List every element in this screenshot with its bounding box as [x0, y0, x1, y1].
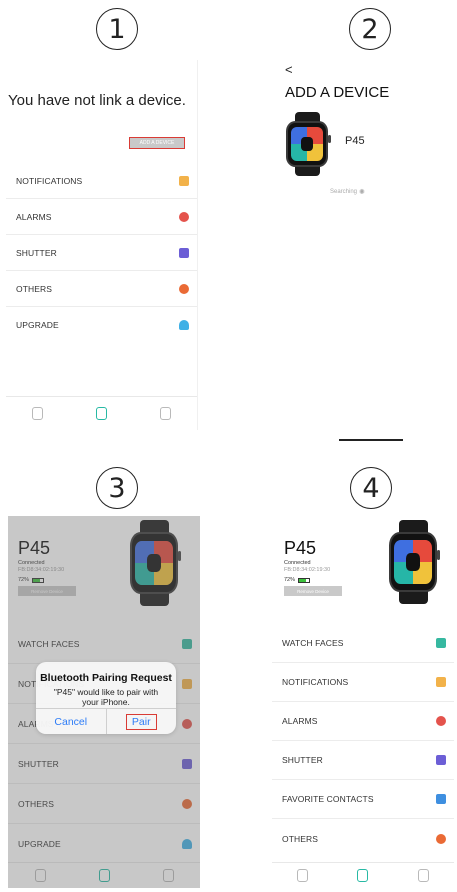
battery-icon — [298, 577, 311, 583]
add-device-title: ADD A DEVICE — [285, 84, 390, 101]
searching-label: Searching — [330, 189, 358, 195]
tab-profile-icon[interactable] — [159, 407, 171, 420]
menu-item-upgrade[interactable]: UPGRADE — [6, 307, 197, 343]
message-icon — [436, 677, 446, 687]
gear-icon — [436, 833, 446, 844]
menu-item-label: ALARMS — [16, 211, 52, 222]
gear-icon — [179, 283, 189, 294]
no-device-heading: You have not link a device. — [8, 92, 186, 109]
menu-item-shutter[interactable]: SHUTTER — [272, 741, 454, 780]
searching-status: Searching ✺ — [330, 188, 365, 196]
screen-no-device: You have not link a device. ADD A DEVICE… — [6, 60, 198, 430]
tab-dial-icon[interactable] — [32, 407, 44, 420]
battery-percent: 72% — [284, 577, 296, 583]
menu-item-label: SHUTTER — [282, 755, 323, 765]
clock-icon — [179, 211, 189, 222]
watch-image — [282, 112, 332, 176]
menu-item-others[interactable]: OTHERS — [6, 271, 197, 307]
device-name-p45[interactable]: P45 — [345, 135, 365, 147]
menu-item-alarms[interactable]: ALARMS — [272, 702, 454, 741]
device-timestamp: FB:D8:34:02:19:30 — [284, 567, 331, 573]
menu-item-favorite-contacts[interactable]: FAVORITE CONTACTS — [272, 780, 454, 819]
contacts-icon — [436, 794, 446, 804]
remove-device-button[interactable]: Remove Device — [284, 586, 342, 596]
camera-icon — [436, 755, 446, 765]
menu-item-alarms[interactable]: ALARMS — [6, 199, 197, 235]
tab-device-icon[interactable] — [357, 869, 369, 882]
menu-item-label: UPGRADE — [16, 320, 59, 330]
pair-label: Pair — [125, 713, 157, 730]
menu-item-label: WATCH FACES — [282, 638, 344, 648]
menu-item-notifications[interactable]: NOTIFICATIONS — [272, 663, 454, 702]
battery-status: 72% — [284, 577, 311, 583]
cloud-upload-icon — [179, 320, 189, 330]
screen-add-device: < ADD A DEVICE P45 Searching ✺ — [262, 60, 452, 320]
screen-device-connected: P45 Connected FB:D8:34:02:19:30 72% Remo… — [272, 516, 454, 888]
spinner-icon: ✺ — [359, 189, 365, 196]
menu-item-label: NOTIFICATIONS — [16, 175, 83, 186]
menu-item-others[interactable]: OTHERS — [272, 819, 454, 858]
tab-dial-icon[interactable] — [296, 869, 308, 882]
step-number-2: 2 — [349, 8, 391, 50]
screen-pairing-request: P45 Connected FB:D8:34:02:19:30 72% Remo… — [8, 516, 200, 888]
menu-item-label: OTHERS — [16, 283, 53, 294]
message-icon — [179, 175, 189, 186]
menu-item-notifications[interactable]: NOTIFICATIONS — [6, 163, 197, 199]
tab-bar — [6, 396, 197, 430]
menu-item-watch-faces[interactable]: WATCH FACES — [272, 624, 454, 663]
bluetooth-pairing-alert: Bluetooth Pairing Request "P45" would li… — [36, 662, 176, 734]
tab-profile-icon[interactable] — [418, 869, 430, 882]
tab-device-icon[interactable] — [95, 407, 107, 420]
menu-item-label: ALARMS — [282, 716, 318, 726]
alert-buttons: Cancel Pair — [36, 708, 176, 734]
watch-face-icon — [436, 638, 446, 648]
camera-icon — [179, 247, 189, 258]
menu-item-label: SHUTTER — [16, 247, 57, 258]
alert-title: Bluetooth Pairing Request — [40, 672, 172, 684]
add-device-button-label: ADD A DEVICE — [139, 140, 175, 146]
menu-item-label: OTHERS — [282, 833, 319, 844]
pair-button[interactable]: Pair — [105, 709, 177, 734]
menu-item-label: NOTIFICATIONS — [282, 677, 349, 687]
clock-icon — [436, 716, 446, 726]
tab-bar — [272, 862, 454, 888]
back-button[interactable]: < — [285, 62, 293, 77]
step-number-4: 4 — [350, 467, 392, 509]
device-name-title: P45 — [284, 538, 317, 558]
watch-image — [384, 520, 442, 604]
step-number-1: 1 — [96, 8, 138, 50]
menu-item-shutter[interactable]: SHUTTER — [6, 235, 197, 271]
step-number-3: 3 — [96, 467, 138, 509]
menu-item-label: FAVORITE CONTACTS — [282, 794, 374, 804]
separator-line — [339, 439, 403, 441]
add-device-button[interactable]: ADD A DEVICE — [129, 137, 185, 149]
remove-device-label: Remove Device — [297, 588, 329, 594]
connection-status: Connected — [284, 560, 311, 566]
cancel-button[interactable]: Cancel — [36, 709, 106, 734]
alert-message: "P45" would like to pair with your iPhon… — [53, 687, 159, 708]
cancel-label: Cancel — [54, 715, 88, 728]
